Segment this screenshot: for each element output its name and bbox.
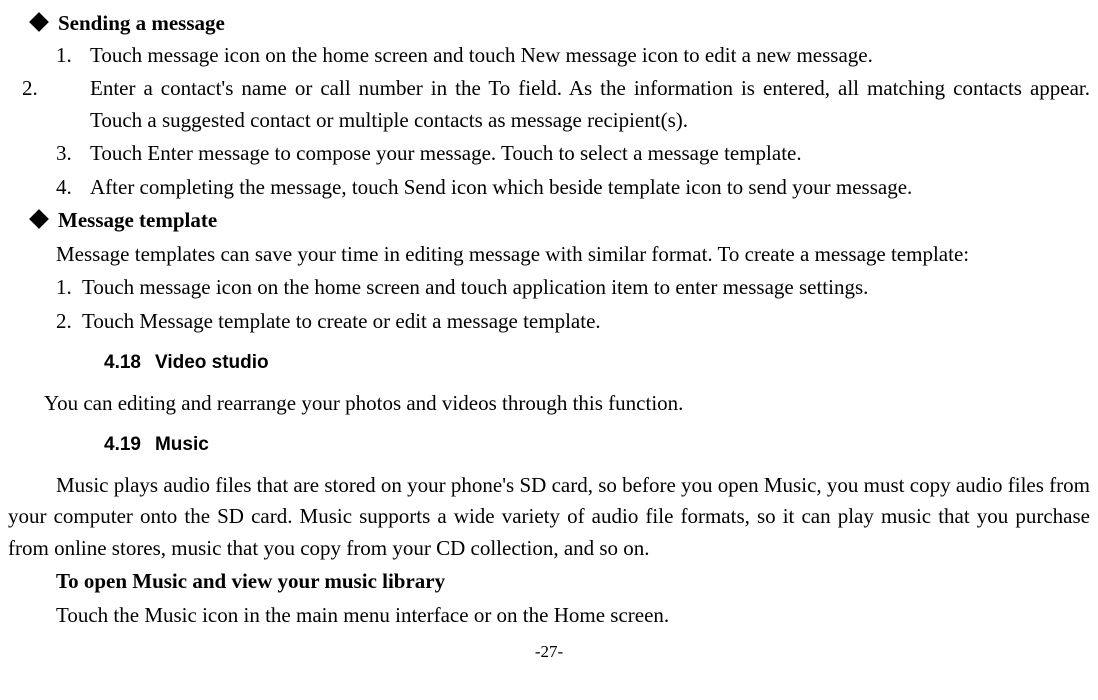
item-text: Enter a contact's name or call number in… bbox=[90, 76, 1090, 132]
list-item: 1.Touch message icon on the home screen … bbox=[56, 272, 1090, 304]
item-text: Touch Message template to create or edit… bbox=[82, 309, 601, 333]
item-number: 4. bbox=[56, 172, 90, 204]
list-item: 4.After completing the message, touch Se… bbox=[56, 172, 1090, 204]
section-template-header: Message template bbox=[32, 205, 1090, 237]
list-item: 2.Touch Message template to create or ed… bbox=[56, 306, 1090, 338]
section-number: 4.19 bbox=[104, 431, 141, 460]
section-number: 4.18 bbox=[104, 349, 141, 378]
template-list: 1.Touch message icon on the home screen … bbox=[56, 272, 1090, 337]
item-text: Touch message icon on the home screen an… bbox=[90, 43, 873, 67]
section-template-title: Message template bbox=[58, 208, 217, 232]
item-number: 2. bbox=[56, 306, 82, 338]
diamond-bullet-icon bbox=[29, 12, 49, 32]
music-sub-title: To open Music and view your music librar… bbox=[8, 566, 1090, 598]
item-text: Touch Enter message to compose your mess… bbox=[90, 141, 802, 165]
item-number: 2. bbox=[56, 73, 90, 105]
item-text: After completing the message, touch Send… bbox=[90, 175, 912, 199]
template-intro: Message templates can save your time in … bbox=[8, 239, 1090, 271]
section-video-header: 4.18 Video studio bbox=[104, 349, 1090, 378]
item-text: Touch message icon on the home screen an… bbox=[82, 275, 868, 299]
section-sending-title: Sending a message bbox=[58, 11, 225, 35]
item-number: 1. bbox=[56, 272, 82, 304]
section-title: Video studio bbox=[155, 352, 269, 373]
page-number: -27- bbox=[8, 639, 1090, 665]
music-body: Music plays audio files that are stored … bbox=[8, 470, 1090, 565]
item-number: 3. bbox=[56, 138, 90, 170]
list-item: 2.Enter a contact's name or call number … bbox=[56, 73, 1090, 136]
music-sub-body: Touch the Music icon in the main menu in… bbox=[8, 600, 1090, 632]
video-body: You can editing and rearrange your photo… bbox=[8, 388, 1090, 420]
diamond-bullet-icon bbox=[29, 209, 49, 229]
list-item: 1.Touch message icon on the home screen … bbox=[56, 40, 1090, 72]
section-title: Music bbox=[155, 434, 209, 455]
section-music-header: 4.19 Music bbox=[104, 431, 1090, 460]
section-sending-header: Sending a message bbox=[32, 8, 1090, 40]
list-item: 3.Touch Enter message to compose your me… bbox=[56, 138, 1090, 170]
sending-list: 1.Touch message icon on the home screen … bbox=[56, 40, 1090, 204]
item-number: 1. bbox=[56, 40, 90, 72]
